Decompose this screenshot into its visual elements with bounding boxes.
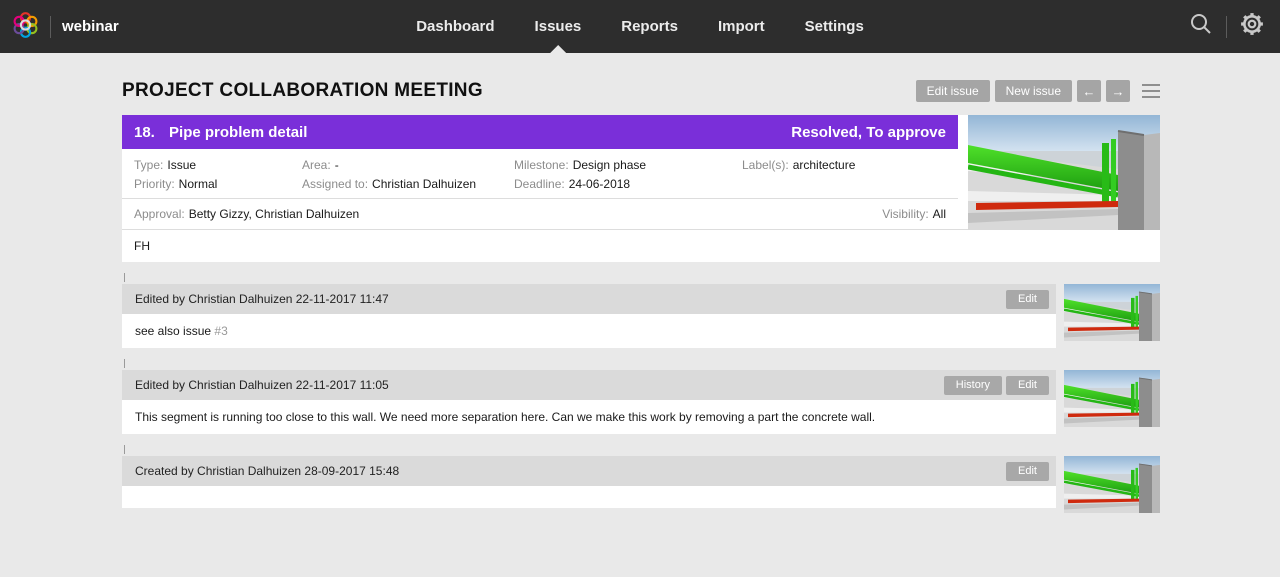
comment-item: Edited by Christian Dalhuizen 22-11-2017… — [122, 370, 1160, 434]
comment-text: see also issue — [135, 324, 214, 338]
field-value-assigned: Christian Dalhuizen — [372, 177, 476, 191]
field-label: Assigned to: — [302, 177, 368, 191]
nav-item-issues[interactable]: Issues — [535, 0, 582, 53]
issue-header: 18. Pipe problem detail Resolved, To app… — [122, 115, 958, 149]
approval-row: Approval: Betty Gizzy, Christian Dalhuize… — [122, 198, 958, 229]
field-value-priority: Normal — [179, 177, 218, 191]
comment-item: Created by Christian Dalhuizen 28-09-201… — [122, 456, 1160, 508]
comment-body: see also issue #3 — [122, 314, 1056, 348]
nav-item-reports[interactable]: Reports — [621, 0, 678, 53]
issue-toolbar: Edit issue New issue ← → — [916, 80, 1160, 102]
comment-header: Created by Christian Dalhuizen 28-09-201… — [122, 456, 1056, 486]
field-label: Milestone: — [514, 158, 569, 172]
comment-body: This segment is running too close to thi… — [122, 400, 1056, 434]
nav-item-dashboard[interactable]: Dashboard — [416, 0, 494, 53]
field-label: Visibility: — [882, 207, 928, 221]
field-label: Label(s): — [742, 158, 789, 172]
field-value-approval: Betty Gizzy, Christian Dalhuizen — [189, 207, 360, 221]
comment-meta: Created by Christian Dalhuizen 28-09-201… — [135, 464, 399, 478]
issue-number: 18. — [134, 124, 155, 141]
issue-status-badge: Resolved, To approve — [791, 124, 946, 141]
nav-item-label: Issues — [535, 18, 582, 35]
page-content: PROJECT COLLABORATION MEETING Edit issue… — [122, 80, 1160, 508]
field-value-area: - — [335, 158, 339, 172]
comment-connector — [124, 359, 125, 368]
new-issue-button[interactable]: New issue — [995, 80, 1072, 102]
comment-meta: Edited by Christian Dalhuizen 22-11-2017… — [135, 378, 389, 392]
field-value-deadline: 24-06-2018 — [569, 177, 630, 191]
issue-viewpoint-thumbnail[interactable] — [968, 115, 1160, 230]
brand-separator — [50, 16, 51, 38]
nav-item-settings[interactable]: Settings — [805, 0, 864, 53]
app-logo-icon — [12, 11, 39, 43]
edit-issue-button[interactable]: Edit issue — [916, 80, 990, 102]
list-menu-icon[interactable] — [1142, 84, 1160, 98]
page-title: PROJECT COLLABORATION MEETING — [122, 80, 483, 102]
navbar-right — [1189, 12, 1280, 41]
comment-viewpoint-thumbnail[interactable] — [1064, 370, 1160, 427]
top-navbar: webinar Dashboard Issues Reports Import … — [0, 0, 1280, 53]
nav-item-label: Import — [718, 18, 765, 35]
field-label: Type: — [134, 158, 163, 172]
comment-meta: Edited by Christian Dalhuizen 22-11-2017… — [135, 292, 389, 306]
comment-connector — [124, 445, 125, 454]
field-label: Approval: — [134, 207, 185, 221]
issue-reference-link[interactable]: #3 — [214, 324, 227, 338]
nav-item-import[interactable]: Import — [718, 0, 765, 53]
main-nav: Dashboard Issues Reports Import Settings — [416, 0, 864, 53]
comment-history-button[interactable]: History — [944, 376, 1002, 395]
nav-item-label: Settings — [805, 18, 864, 35]
comment-edit-button[interactable]: Edit — [1006, 462, 1049, 481]
comment-viewpoint-thumbnail[interactable] — [1064, 284, 1160, 341]
active-tab-caret — [550, 45, 566, 53]
comment-text: This segment is running too close to thi… — [135, 410, 875, 424]
comment-header: Edited by Christian Dalhuizen 22-11-2017… — [122, 370, 1056, 400]
comment-edit-button[interactable]: Edit — [1006, 290, 1049, 309]
field-value-labels: architecture — [793, 158, 856, 172]
field-label: Area: — [302, 158, 331, 172]
nav-item-label: Dashboard — [416, 18, 494, 35]
issue-description: FH — [122, 229, 1160, 262]
nav-item-label: Reports — [621, 18, 678, 35]
comment-item: Edited by Christian Dalhuizen 22-11-2017… — [122, 284, 1160, 348]
field-value-milestone: Design phase — [573, 158, 646, 172]
issue-detail-card: 18. Pipe problem detail Resolved, To app… — [122, 115, 1160, 262]
field-label: Deadline: — [514, 177, 565, 191]
issue-fields: Type: Issue Area:- Milestone: Design phase… — [122, 149, 958, 198]
comment-header: Edited by Christian Dalhuizen 22-11-2017… — [122, 284, 1056, 314]
brand[interactable]: webinar — [0, 11, 119, 43]
comment-viewpoint-thumbnail[interactable] — [1064, 456, 1160, 513]
comment-connector — [124, 273, 125, 282]
field-value-visibility: All — [933, 207, 946, 221]
search-icon[interactable] — [1189, 12, 1213, 41]
issue-title: Pipe problem detail — [169, 124, 307, 141]
comment-edit-button[interactable]: Edit — [1006, 376, 1049, 395]
next-issue-button[interactable]: → — [1106, 80, 1130, 102]
gear-icon[interactable] — [1240, 12, 1264, 41]
comment-body — [122, 486, 1056, 508]
prev-issue-button[interactable]: ← — [1077, 80, 1101, 102]
field-value-type: Issue — [167, 158, 196, 172]
nav-right-separator — [1226, 16, 1227, 38]
field-label: Priority: — [134, 177, 175, 191]
brand-name: webinar — [62, 18, 119, 35]
